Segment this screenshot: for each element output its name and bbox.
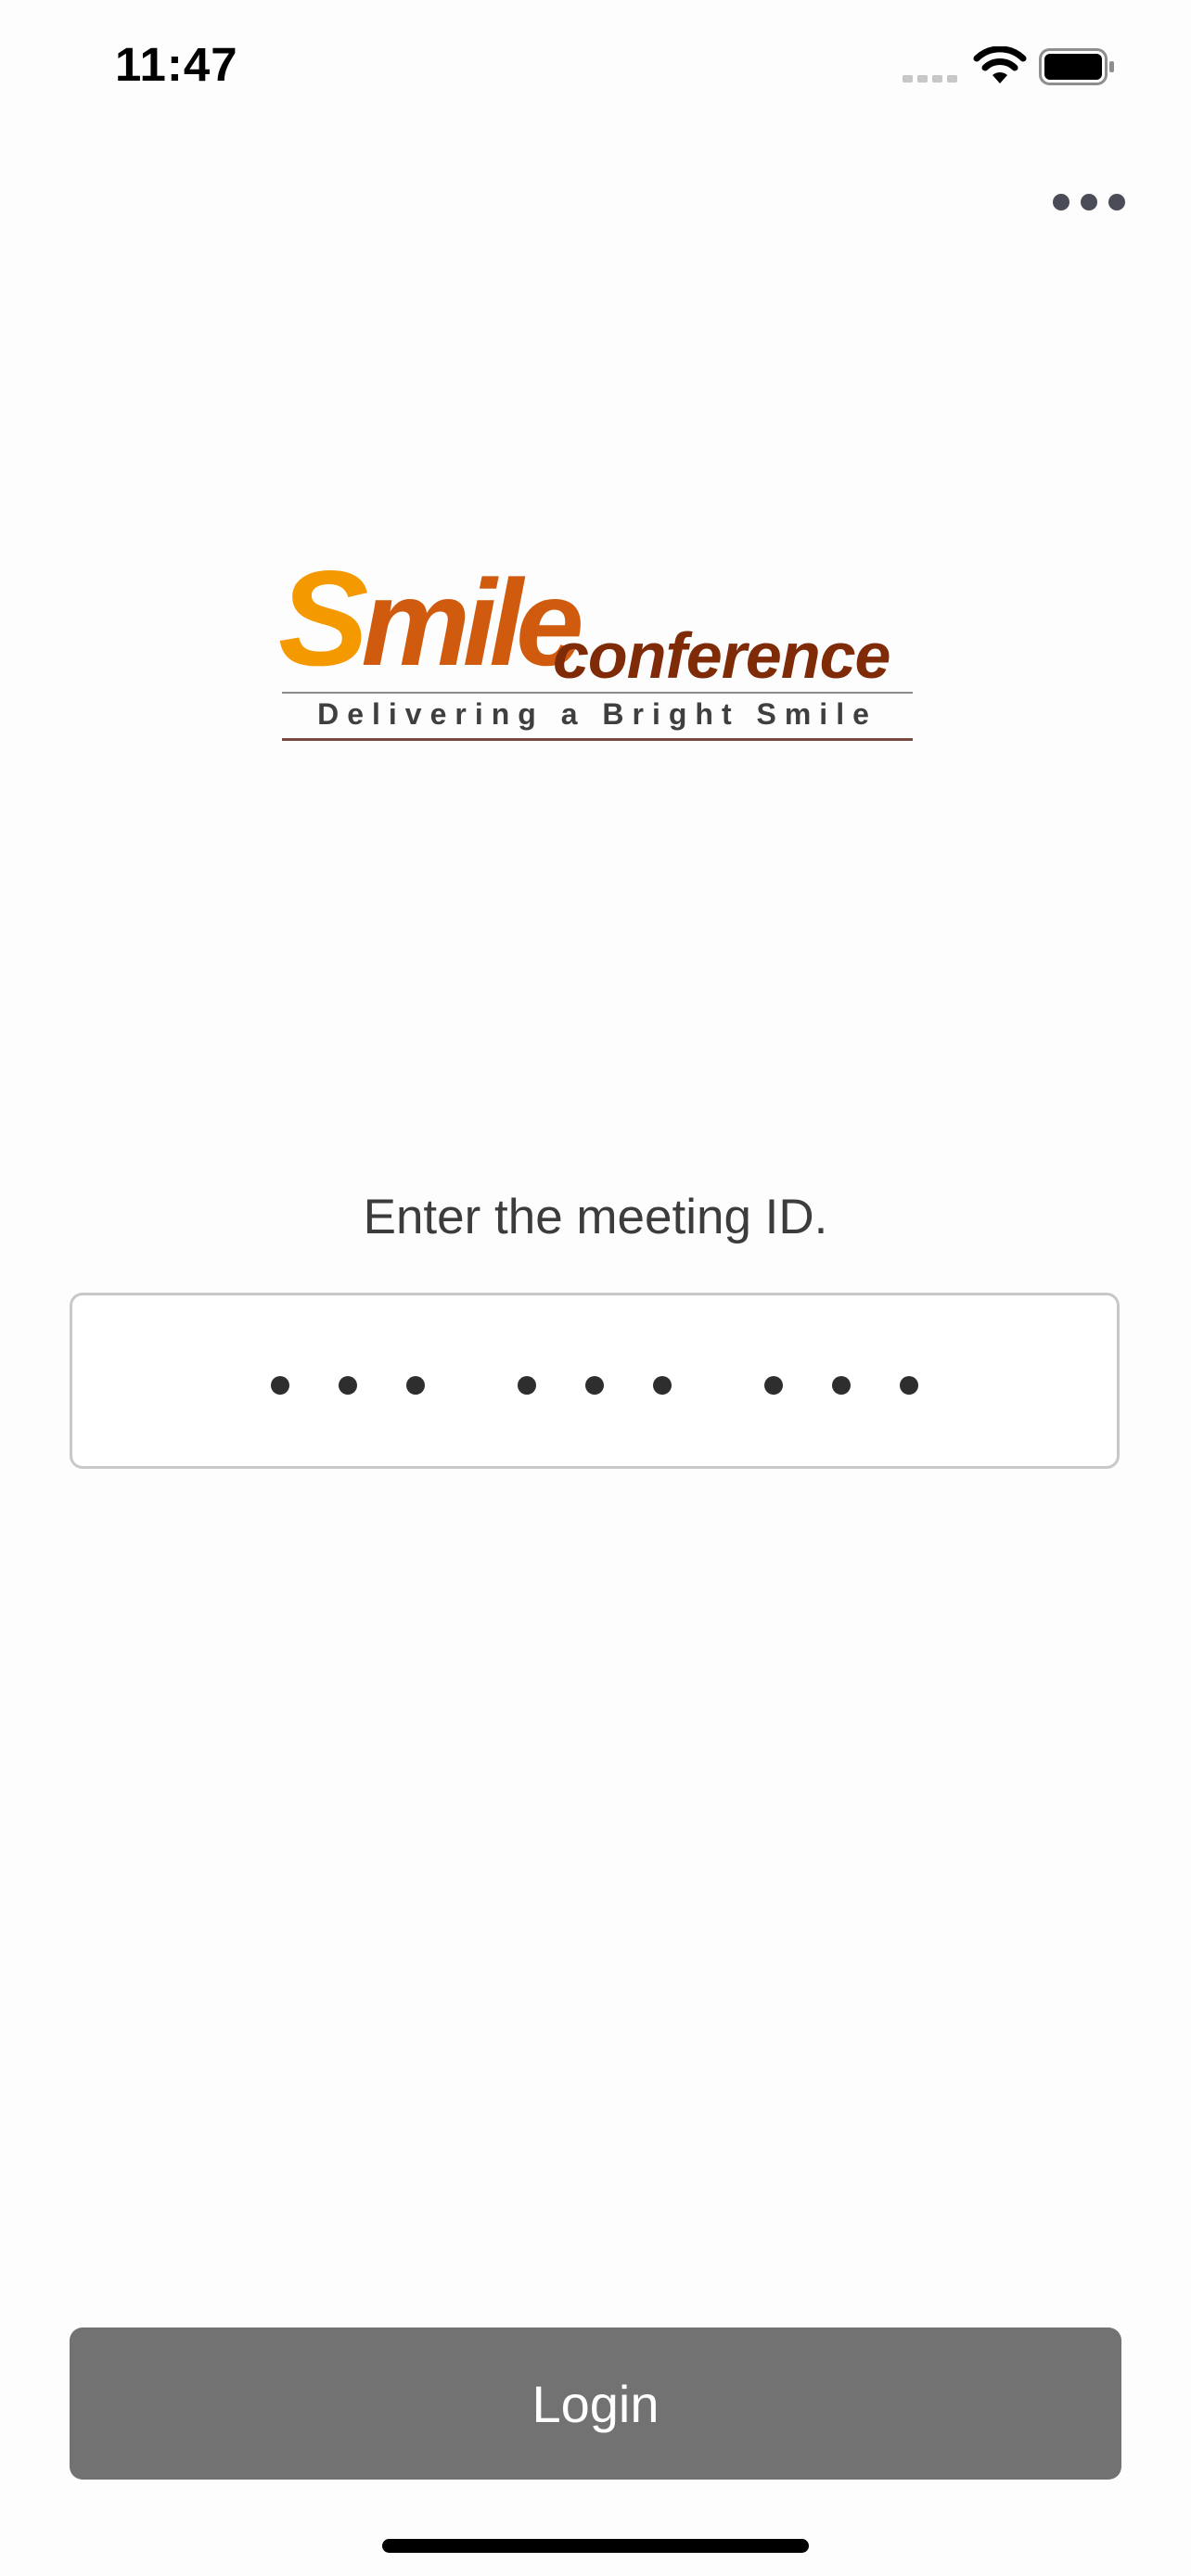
logo-word-conference: conference — [553, 619, 890, 692]
battery-icon — [1039, 48, 1114, 85]
more-options-button[interactable] — [1043, 176, 1135, 228]
logo-tagline: Delivering a Bright Smile — [317, 697, 877, 731]
logo-underline — [282, 738, 913, 741]
login-screen: 11:47 Smile conference Delivering a Brig… — [0, 0, 1191, 2576]
login-button[interactable]: Login — [70, 2327, 1121, 2480]
masked-digit-dot — [653, 1376, 672, 1395]
masked-digit-dot — [518, 1376, 536, 1395]
status-time: 11:47 — [115, 38, 238, 91]
masked-digit-dot — [406, 1376, 425, 1395]
logo-s: S — [278, 542, 368, 694]
masked-meeting-id — [72, 1295, 1117, 1466]
meeting-id-input[interactable] — [70, 1293, 1120, 1469]
ellipsis-icon-dot — [1081, 194, 1097, 210]
masked-digit-dot — [764, 1376, 783, 1395]
logo-divider — [282, 692, 913, 694]
smile-conference-logo: Smile conference Delivering a Bright Smi… — [278, 551, 918, 746]
masked-digit-dot — [271, 1376, 289, 1395]
masked-digit-dot — [900, 1376, 918, 1395]
logo-mile: mile — [361, 555, 583, 691]
cellular-signal-icon — [903, 75, 957, 83]
masked-digit-dot — [585, 1376, 604, 1395]
ellipsis-icon-dot — [1108, 194, 1125, 210]
ellipsis-icon — [1053, 194, 1069, 210]
logo-word-smile: Smile — [278, 551, 584, 686]
meeting-id-prompt: Enter the meeting ID. — [363, 1190, 828, 1244]
masked-digit-dot — [339, 1376, 357, 1395]
home-indicator[interactable] — [382, 2539, 809, 2553]
masked-digit-dot — [832, 1376, 851, 1395]
wifi-icon — [973, 46, 1027, 83]
